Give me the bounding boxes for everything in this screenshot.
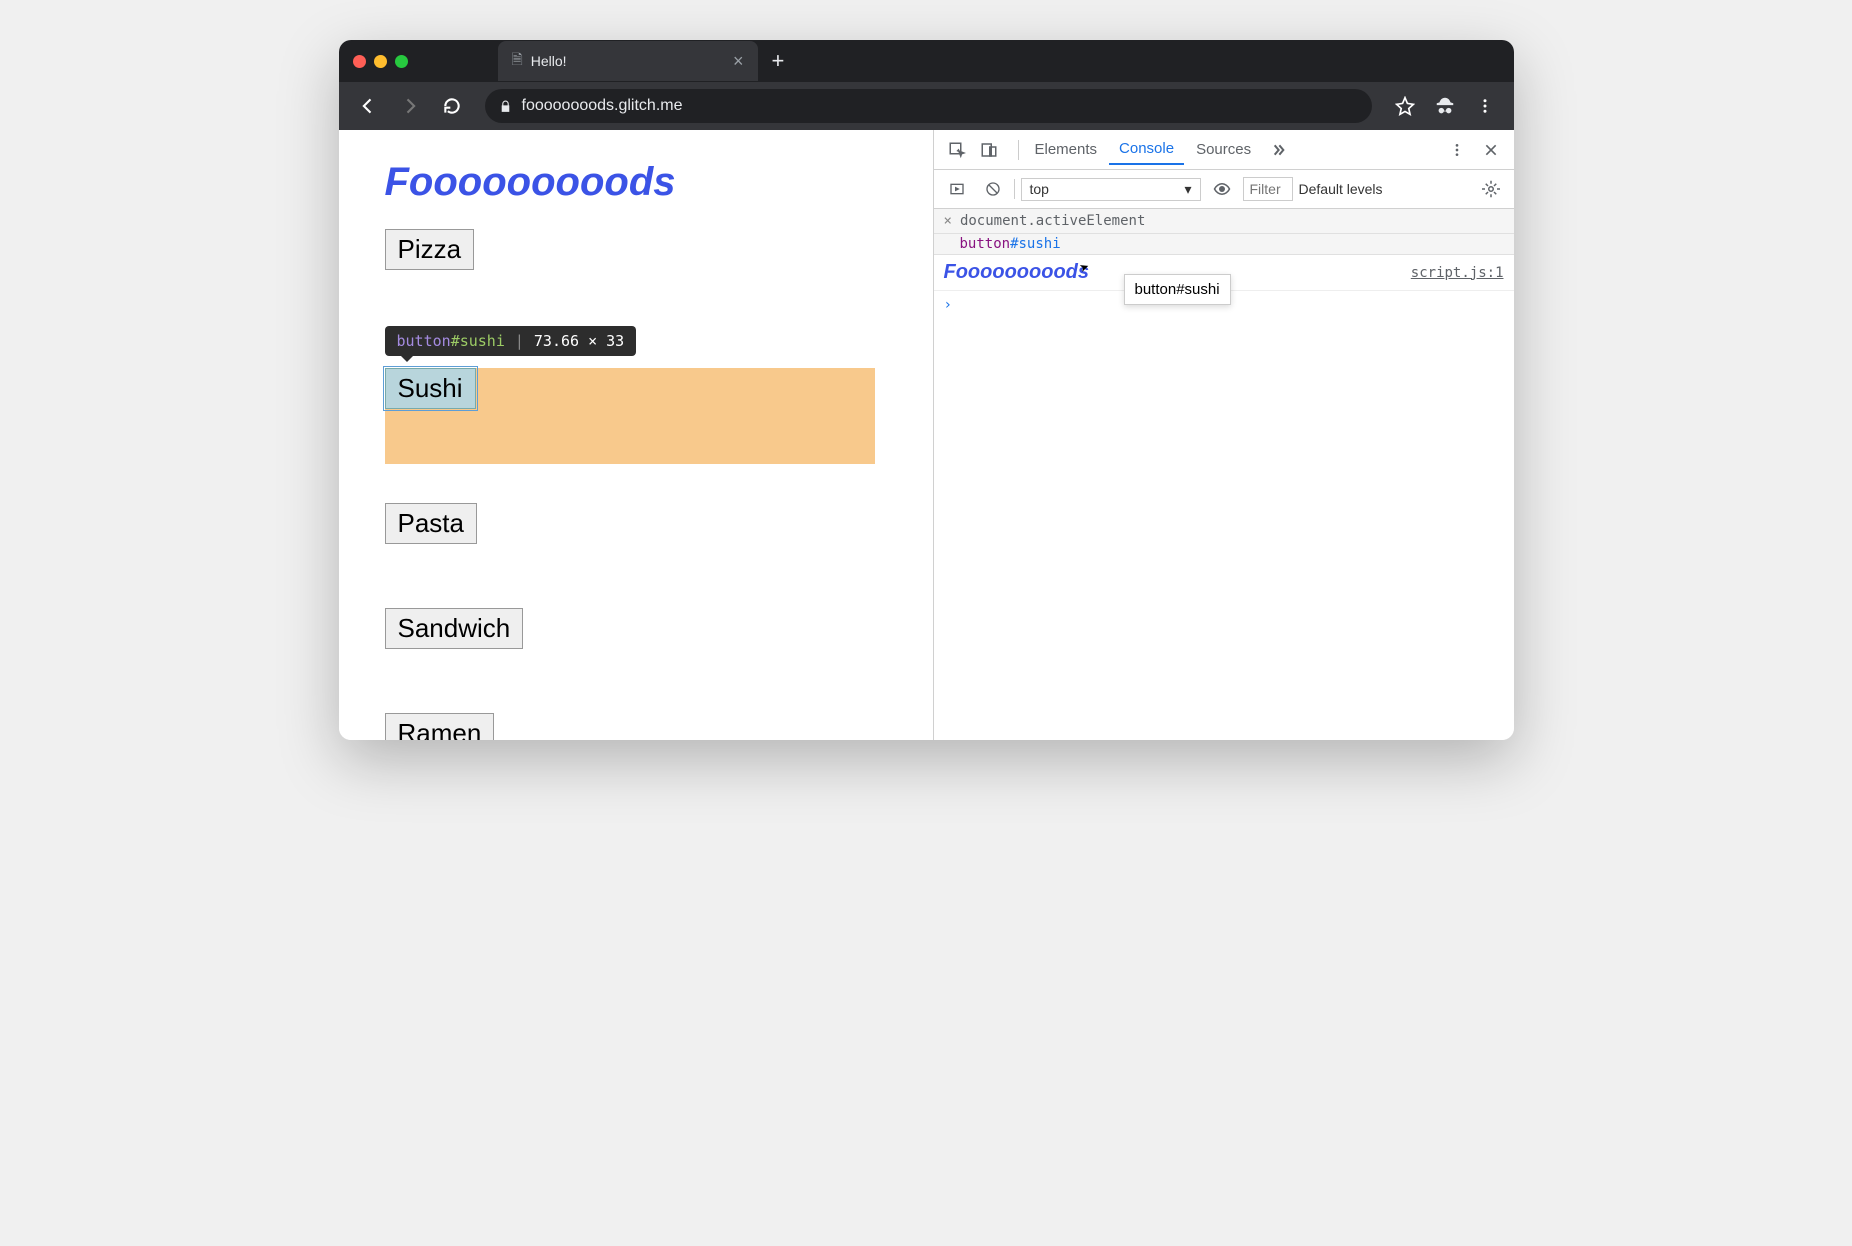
inspect-tooltip: button#sushi | 73.66 × 33 (385, 326, 637, 356)
clear-console-icon[interactable] (978, 174, 1008, 204)
traffic-lights (353, 55, 408, 68)
console-result[interactable]: button#sushi ➤ button#sushi (934, 234, 1514, 255)
list-item: button#sushi | 73.66 × 33 Sushi (385, 334, 887, 409)
divider (1018, 140, 1019, 160)
minimize-window-button[interactable] (374, 55, 387, 68)
page-heading: Fooooooooods (385, 160, 887, 205)
tab-sources[interactable]: Sources (1186, 135, 1261, 164)
result-tag: button (960, 236, 1011, 252)
lock-icon (499, 99, 512, 114)
tooltip-dimensions: 73.66 × 33 (534, 332, 624, 350)
toggle-sidebar-icon[interactable] (942, 174, 972, 204)
file-icon: 🗎 (512, 49, 523, 73)
close-tab-icon[interactable]: × (733, 52, 744, 70)
live-expression-icon[interactable] (1207, 174, 1237, 204)
close-icon[interactable]: × (944, 213, 952, 229)
browser-tab[interactable]: 🗎 Hello! × (498, 41, 758, 81)
webpage: Fooooooooods Pizza button#sushi | 73.66 … (339, 130, 934, 740)
devtools-panel: Elements Console Sources (934, 130, 1514, 740)
star-icon[interactable] (1388, 89, 1422, 123)
log-levels[interactable]: Default levels (1299, 181, 1383, 197)
tooltip-separator: | (515, 332, 524, 350)
pizza-button[interactable]: Pizza (385, 229, 475, 270)
ramen-button[interactable]: Ramen (385, 713, 495, 740)
chevron-down-icon: ▾ (1184, 181, 1191, 198)
tab-console[interactable]: Console (1109, 134, 1184, 165)
console-command: document.activeElement (960, 213, 1145, 229)
back-button[interactable] (351, 89, 385, 123)
toolbar: foooooooods.glitch.me (339, 82, 1514, 130)
content-area: Fooooooooods Pizza button#sushi | 73.66 … (339, 130, 1514, 740)
console-settings-icon[interactable] (1476, 174, 1506, 204)
titlebar: 🗎 Hello! × + (339, 40, 1514, 82)
hover-tooltip: button#sushi (1124, 274, 1231, 305)
sandwich-button[interactable]: Sandwich (385, 608, 524, 649)
new-tab-button[interactable]: + (772, 48, 785, 74)
log-source-link[interactable]: script.js:1 (1411, 265, 1504, 281)
sushi-button-wrap: button#sushi | 73.66 × 33 Sushi (385, 368, 476, 409)
incognito-icon[interactable] (1428, 89, 1462, 123)
browser-window: 🗎 Hello! × + foooooooods.glitch.me (339, 40, 1514, 740)
list-item: Sandwich (385, 608, 887, 649)
toolbar-right (1388, 89, 1502, 123)
address-bar[interactable]: foooooooods.glitch.me (485, 89, 1372, 123)
menu-icon[interactable] (1468, 89, 1502, 123)
devtools-menu-icon[interactable] (1442, 135, 1472, 165)
tooltip-id: #sushi (451, 332, 505, 350)
devtools-tabs: Elements Console Sources (934, 130, 1514, 170)
log-message: Fooooooooods (944, 261, 1090, 284)
forward-button[interactable] (393, 89, 427, 123)
more-tabs-icon[interactable] (1263, 135, 1293, 165)
inspect-element-icon[interactable] (942, 135, 972, 165)
divider (1014, 179, 1015, 199)
reload-button[interactable] (435, 89, 469, 123)
close-window-button[interactable] (353, 55, 366, 68)
result-id: #sushi (1010, 236, 1061, 252)
close-devtools-icon[interactable] (1476, 135, 1506, 165)
sushi-button[interactable]: Sushi (385, 368, 476, 409)
maximize-window-button[interactable] (395, 55, 408, 68)
food-list: Pizza button#sushi | 73.66 × 33 (385, 229, 887, 740)
url-text: foooooooods.glitch.me (522, 97, 683, 115)
console-entry: × document.activeElement (934, 209, 1514, 234)
console-controls: top ▾ Default levels (934, 170, 1514, 209)
console-output: × document.activeElement button#sushi ➤ … (934, 209, 1514, 740)
list-item: Pasta (385, 503, 887, 544)
context-selector[interactable]: top ▾ (1021, 178, 1201, 201)
tooltip-tag: button (397, 332, 451, 350)
list-item: Ramen (385, 713, 887, 740)
pasta-button[interactable]: Pasta (385, 503, 478, 544)
context-value: top (1030, 181, 1049, 197)
tab-title: Hello! (531, 53, 567, 69)
list-item: Pizza (385, 229, 887, 270)
device-toggle-icon[interactable] (974, 135, 1004, 165)
tab-elements[interactable]: Elements (1025, 135, 1108, 164)
tab-strip: 🗎 Hello! × + (498, 41, 785, 81)
filter-input[interactable] (1243, 177, 1293, 201)
